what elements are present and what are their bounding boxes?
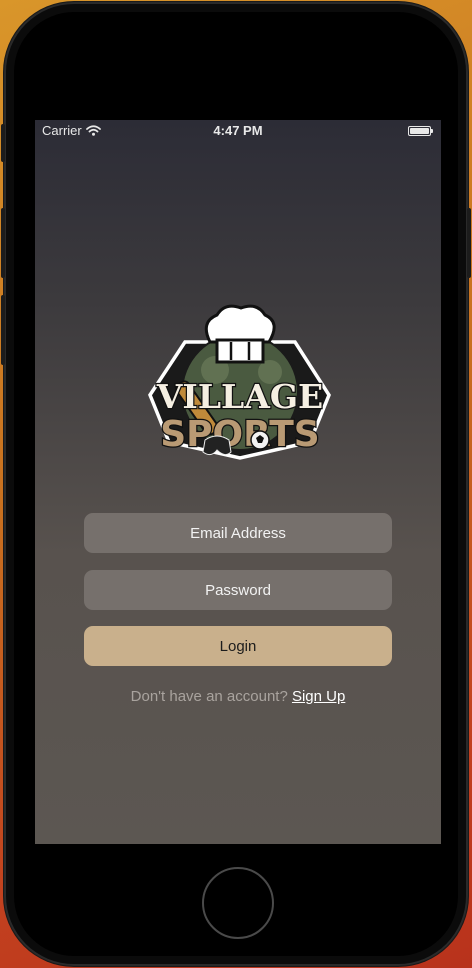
status-time: 4:47 PM bbox=[213, 123, 263, 138]
status-bar: Carrier 4:47 PM bbox=[35, 120, 441, 140]
volume-down-button bbox=[1, 295, 5, 365]
email-field[interactable] bbox=[84, 513, 392, 553]
silent-switch bbox=[1, 124, 5, 162]
login-button[interactable]: Login bbox=[84, 626, 392, 666]
power-button bbox=[467, 208, 471, 278]
volume-up-button bbox=[1, 208, 5, 278]
password-field[interactable] bbox=[84, 570, 392, 610]
signup-link[interactable]: Sign Up bbox=[292, 688, 345, 705]
logo-text-village: VILLAGE bbox=[156, 377, 323, 416]
signup-prompt-row: Don't have an account? Sign Up bbox=[35, 688, 441, 705]
soccer-ball-icon bbox=[250, 430, 270, 450]
logo-text-sports: SPORTS bbox=[160, 414, 320, 455]
battery-icon bbox=[408, 126, 433, 136]
signup-prompt-text: Don't have an account? bbox=[130, 688, 292, 705]
chef-hat-icon bbox=[204, 304, 276, 364]
village-sports-logo: VILLAGE SPORTS bbox=[148, 304, 331, 460]
home-button[interactable] bbox=[202, 867, 274, 939]
app-screen: Carrier 4:47 PM VILLAGE SPORTS Email Add… bbox=[35, 120, 441, 844]
